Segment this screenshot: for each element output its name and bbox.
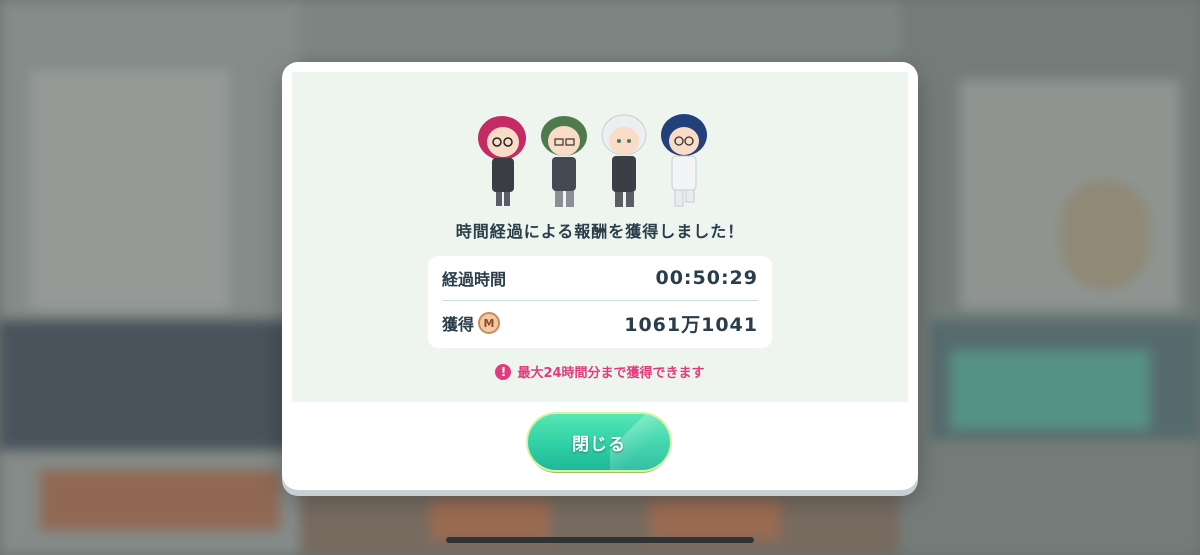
elapsed-time-row: 経過時間 00:50:29 <box>442 256 758 301</box>
elapsed-time-value: 00:50:29 <box>655 267 758 289</box>
earned-row: 獲得 M 1061万1041 <box>442 301 758 345</box>
reward-message: 時間経過による報酬を獲得しました！ <box>455 222 745 241</box>
reward-panel: 時間経過による報酬を獲得しました！ 経過時間 00:50:29 獲得 M 106… <box>292 72 908 402</box>
characters-illustration <box>478 114 707 207</box>
character-white-hair <box>601 114 647 207</box>
reward-dialog: 時間経過による報酬を獲得しました！ 経過時間 00:50:29 獲得 M 106… <box>282 62 918 490</box>
close-button-label: 閉じる <box>572 434 626 455</box>
close-button[interactable]: 閉じる <box>528 414 670 470</box>
character-green-hair <box>541 116 587 207</box>
limit-note-text: 最大24時間分まで獲得できます <box>517 366 705 381</box>
limit-note: ! 最大24時間分まで獲得できます <box>292 362 908 381</box>
elapsed-time-label: 経過時間 <box>442 270 507 289</box>
earned-value: 1061万1041 <box>624 313 758 336</box>
earned-label: 獲得 <box>442 315 475 334</box>
character-navy-hair <box>661 114 707 207</box>
home-indicator[interactable] <box>446 537 754 543</box>
reward-info-box: 経過時間 00:50:29 獲得 M 1061万1041 <box>428 256 772 348</box>
character-red-hair <box>478 116 526 206</box>
warning-icon: ! <box>495 363 512 380</box>
money-coin-icon: M <box>478 312 501 334</box>
